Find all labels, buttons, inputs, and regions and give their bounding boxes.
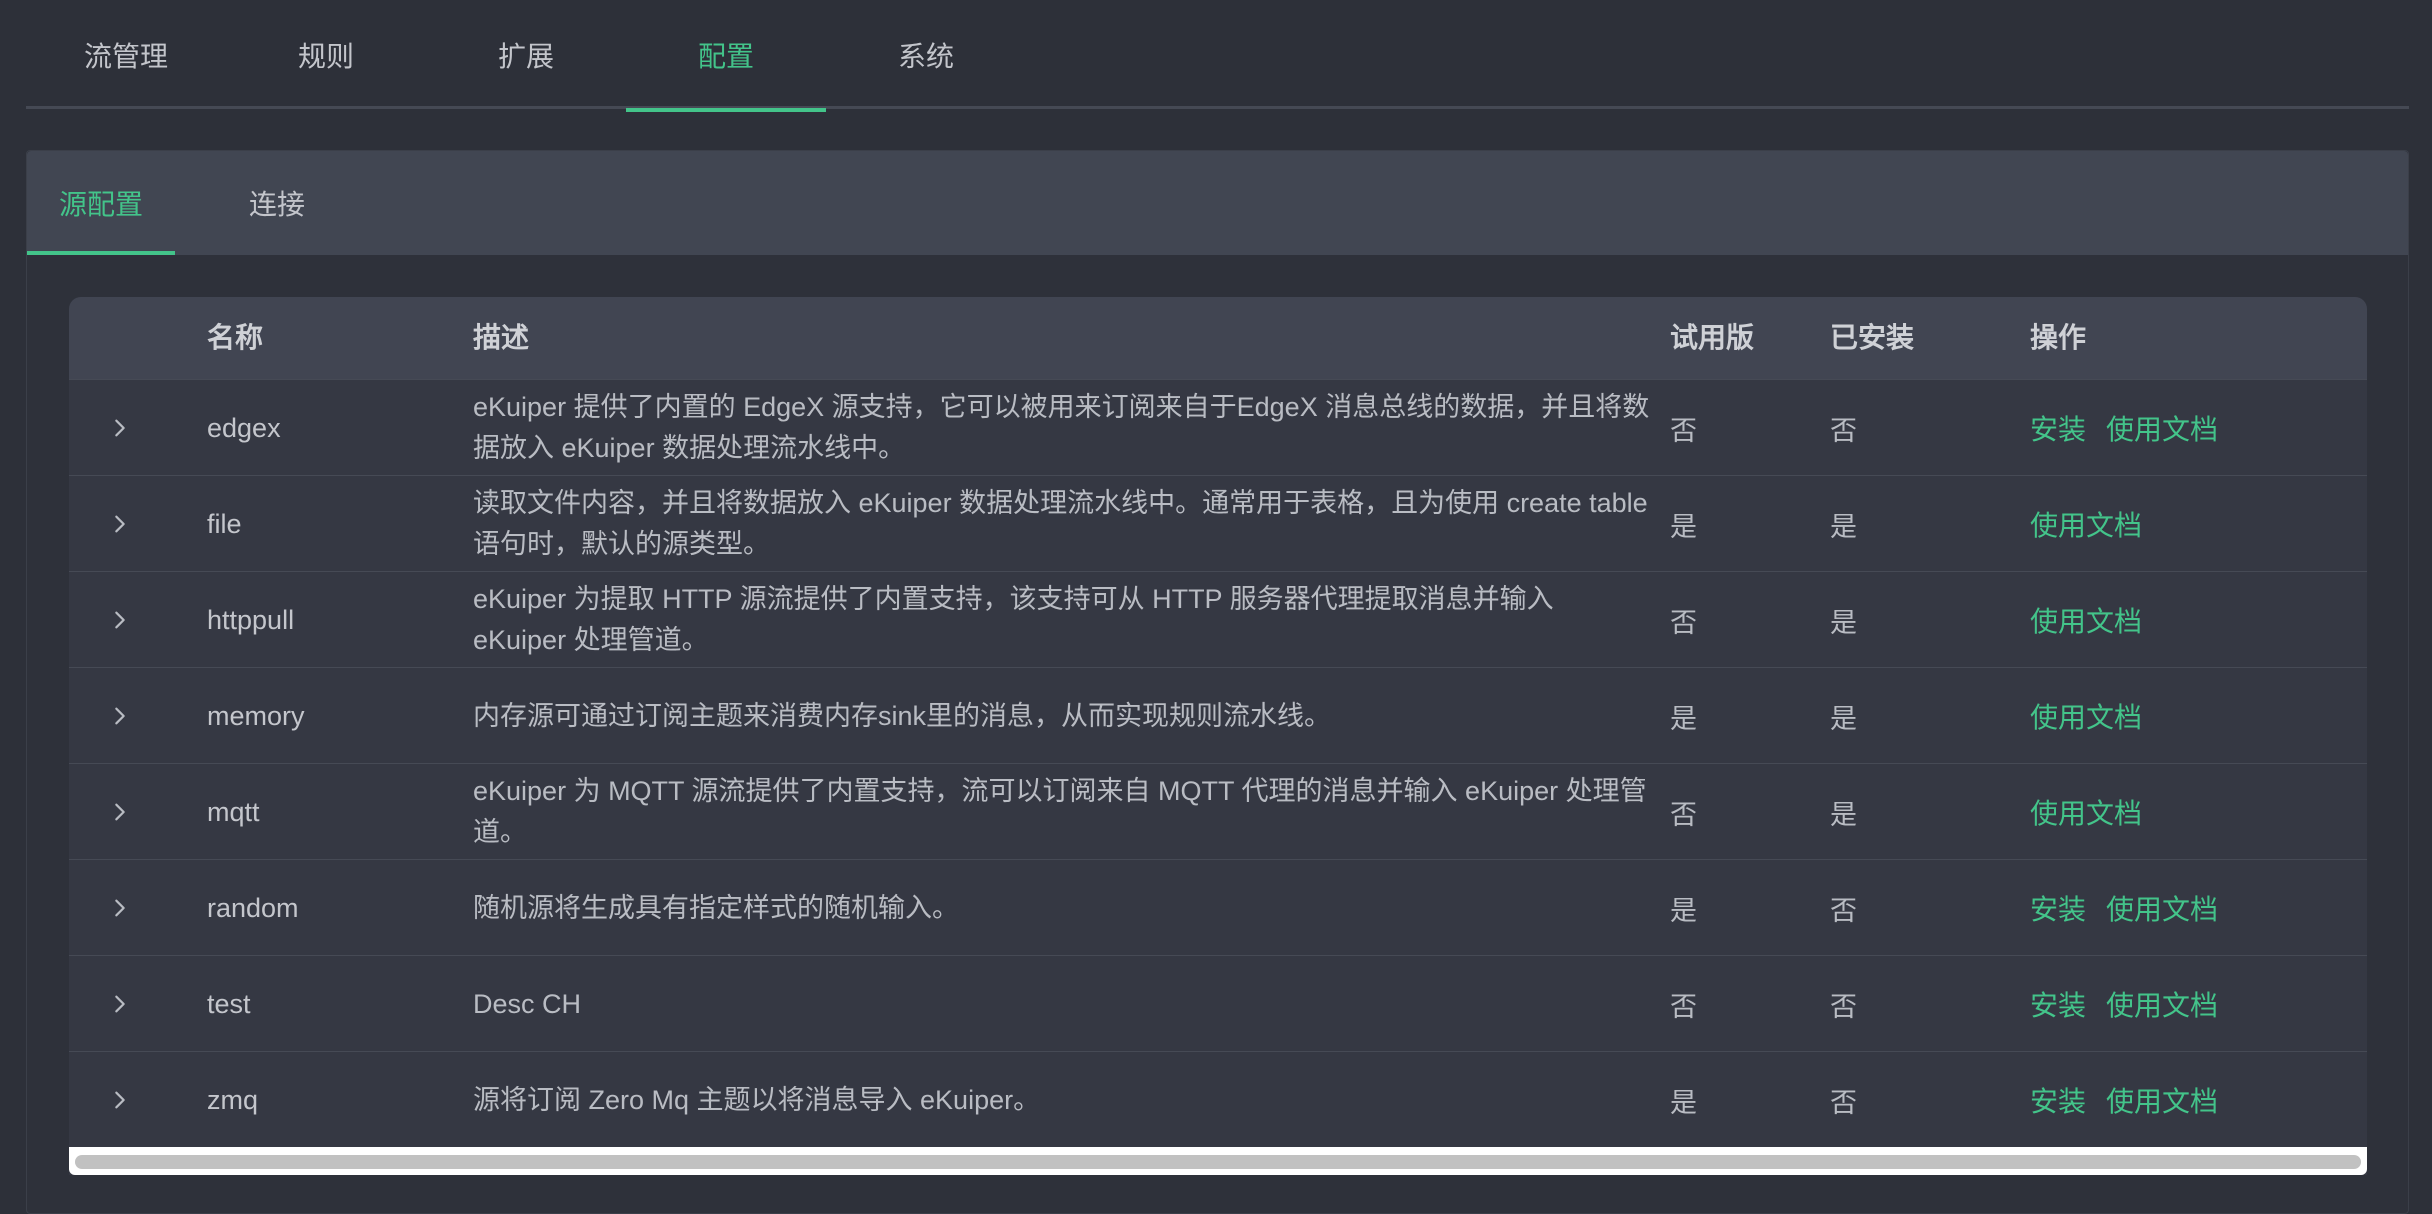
source-name: zmq bbox=[207, 1084, 259, 1115]
trial-value: 否 bbox=[1670, 991, 1697, 1022]
installed-value: 否 bbox=[1830, 1087, 1857, 1118]
source-description: eKuiper 提供了内置的 EdgeX 源支持，它可以被用来订阅来自于Edge… bbox=[473, 380, 1653, 476]
source-description: 源将订阅 Zero Mq 主题以将消息导入 eKuiper。 bbox=[473, 1052, 1653, 1148]
table-row: test Desc CH 否 否 安装 使用文档 bbox=[69, 955, 2367, 1051]
source-description: 内存源可通过订阅主题来消费内存sink里的消息，从而实现规则流水线。 bbox=[473, 668, 1653, 764]
source-table: 名称 描述 试用版 已安装 操作 edgex eKuiper 提供了内置的 Edg… bbox=[69, 297, 2367, 1175]
table-row: zmq 源将订阅 Zero Mq 主题以将消息导入 eKuiper。 是 否 安装 使用文… bbox=[69, 1051, 2367, 1147]
header-name: 名称 bbox=[207, 322, 264, 353]
source-name: mqtt bbox=[207, 796, 260, 827]
expand-chevron-icon[interactable] bbox=[105, 572, 135, 668]
docs-link[interactable]: 使用文档 bbox=[2106, 984, 2218, 1024]
table-row: mqtt eKuiper 为 MQTT 源流提供了内置支持，流可以订阅来自 MQT… bbox=[69, 763, 2367, 859]
installed-value: 否 bbox=[1830, 415, 1857, 446]
installed-value: 否 bbox=[1830, 991, 1857, 1022]
docs-link[interactable]: 使用文档 bbox=[2106, 408, 2218, 448]
installed-value: 是 bbox=[1830, 703, 1857, 734]
row-actions: 使用文档 bbox=[2030, 668, 2142, 764]
description-text: 内存源可通过订阅主题来消费内存sink里的消息，从而实现规则流水线。 bbox=[473, 700, 1332, 731]
header-operations: 操作 bbox=[2030, 322, 2087, 353]
header-description: 描述 bbox=[473, 322, 530, 353]
trial-value: 是 bbox=[1670, 703, 1697, 734]
install-link[interactable]: 安装 bbox=[2030, 984, 2086, 1024]
table-row: edgex eKuiper 提供了内置的 EdgeX 源支持，它可以被用来订阅来自… bbox=[69, 379, 2367, 475]
tab-configuration[interactable]: 配置 bbox=[626, 0, 826, 112]
row-actions: 使用文档 bbox=[2030, 572, 2142, 668]
table-row: httppull eKuiper 为提取 HTTP 源流提供了内置支持，该支持可从… bbox=[69, 571, 2367, 667]
trial-value: 否 bbox=[1670, 415, 1697, 446]
source-name: memory bbox=[207, 700, 305, 731]
description-text: 源将订阅 Zero Mq 主题以将消息导入 eKuiper。 bbox=[473, 1084, 1041, 1115]
horizontal-scrollbar[interactable] bbox=[69, 1147, 2367, 1175]
install-link[interactable]: 安装 bbox=[2030, 408, 2086, 448]
description-text: 读取文件内容，并且将数据放入 eKuiper 数据处理流水线中。通常用于表格，且… bbox=[473, 488, 1648, 559]
source-description: eKuiper 为提取 HTTP 源流提供了内置支持，该支持可从 HTTP 服务… bbox=[473, 572, 1653, 668]
expand-chevron-icon[interactable] bbox=[105, 476, 135, 572]
trial-value: 是 bbox=[1670, 895, 1697, 926]
expand-chevron-icon[interactable] bbox=[105, 1052, 135, 1148]
expand-chevron-icon[interactable] bbox=[105, 860, 135, 956]
expand-chevron-icon[interactable] bbox=[105, 956, 135, 1052]
source-name: httppull bbox=[207, 604, 295, 635]
docs-link[interactable]: 使用文档 bbox=[2106, 1080, 2218, 1120]
tab-system[interactable]: 系统 bbox=[826, 0, 1026, 109]
tab-rules[interactable]: 规则 bbox=[226, 0, 426, 109]
header-installed: 已安装 bbox=[1830, 322, 1915, 353]
trial-value: 否 bbox=[1670, 607, 1697, 638]
trial-value: 否 bbox=[1670, 799, 1697, 830]
installed-value: 是 bbox=[1830, 799, 1857, 830]
install-link[interactable]: 安装 bbox=[2030, 1080, 2086, 1120]
description-text: eKuiper 为提取 HTTP 源流提供了内置支持，该支持可从 HTTP 服务… bbox=[473, 584, 1554, 655]
table-row: file 读取文件内容，并且将数据放入 eKuiper 数据处理流水线中。通常用于… bbox=[69, 475, 2367, 571]
installed-value: 否 bbox=[1830, 895, 1857, 926]
row-actions: 安装 使用文档 bbox=[2030, 380, 2218, 476]
tab-source-config[interactable]: 源配置 bbox=[27, 151, 175, 255]
row-actions: 安装 使用文档 bbox=[2030, 1052, 2218, 1148]
trial-value: 是 bbox=[1670, 1087, 1697, 1118]
source-description: Desc CH bbox=[473, 956, 1653, 1052]
tab-extensions[interactable]: 扩展 bbox=[426, 0, 626, 109]
header-trial: 试用版 bbox=[1670, 322, 1755, 353]
description-text: eKuiper 为 MQTT 源流提供了内置支持，流可以订阅来自 MQTT 代理… bbox=[473, 776, 1647, 847]
expand-chevron-icon[interactable] bbox=[105, 380, 135, 476]
expand-chevron-icon[interactable] bbox=[105, 668, 135, 764]
source-name: random bbox=[207, 892, 299, 923]
docs-link[interactable]: 使用文档 bbox=[2030, 504, 2142, 544]
table-header: 名称 描述 试用版 已安装 操作 bbox=[69, 297, 2367, 379]
tab-stream-management[interactable]: 流管理 bbox=[26, 0, 226, 109]
top-navigation: 流管理 规则 扩展 配置 系统 bbox=[26, 0, 2409, 112]
description-text: Desc CH bbox=[473, 988, 582, 1019]
description-text: 随机源将生成具有指定样式的随机输入。 bbox=[473, 892, 959, 923]
source-name: test bbox=[207, 988, 251, 1019]
trial-value: 是 bbox=[1670, 511, 1697, 542]
docs-link[interactable]: 使用文档 bbox=[2030, 696, 2142, 736]
source-description: 随机源将生成具有指定样式的随机输入。 bbox=[473, 860, 1653, 956]
expand-chevron-icon[interactable] bbox=[105, 764, 135, 860]
docs-link[interactable]: 使用文档 bbox=[2030, 792, 2142, 832]
docs-link[interactable]: 使用文档 bbox=[2106, 888, 2218, 928]
config-card: 源配置 连接 名称 描述 试用版 已安装 操作 edgex eKuiper 提供了… bbox=[26, 150, 2409, 1214]
tab-connections[interactable]: 连接 bbox=[217, 151, 337, 255]
source-name: edgex bbox=[207, 412, 281, 443]
row-actions: 安装 使用文档 bbox=[2030, 956, 2218, 1052]
description-text: eKuiper 提供了内置的 EdgeX 源支持，它可以被用来订阅来自于Edge… bbox=[473, 392, 1650, 463]
sub-tabs: 源配置 连接 bbox=[27, 151, 2408, 255]
installed-value: 是 bbox=[1830, 607, 1857, 638]
installed-value: 是 bbox=[1830, 511, 1857, 542]
row-actions: 安装 使用文档 bbox=[2030, 860, 2218, 956]
source-name: file bbox=[207, 508, 242, 539]
docs-link[interactable]: 使用文档 bbox=[2030, 600, 2142, 640]
source-description: eKuiper 为 MQTT 源流提供了内置支持，流可以订阅来自 MQTT 代理… bbox=[473, 764, 1653, 860]
table-row: memory 内存源可通过订阅主题来消费内存sink里的消息，从而实现规则流水线。… bbox=[69, 667, 2367, 763]
row-actions: 使用文档 bbox=[2030, 476, 2142, 572]
table-row: random 随机源将生成具有指定样式的随机输入。 是 否 安装 使用文档 bbox=[69, 859, 2367, 955]
scrollbar-thumb[interactable] bbox=[75, 1155, 2361, 1169]
source-description: 读取文件内容，并且将数据放入 eKuiper 数据处理流水线中。通常用于表格，且… bbox=[473, 476, 1653, 572]
install-link[interactable]: 安装 bbox=[2030, 888, 2086, 928]
row-actions: 使用文档 bbox=[2030, 764, 2142, 860]
